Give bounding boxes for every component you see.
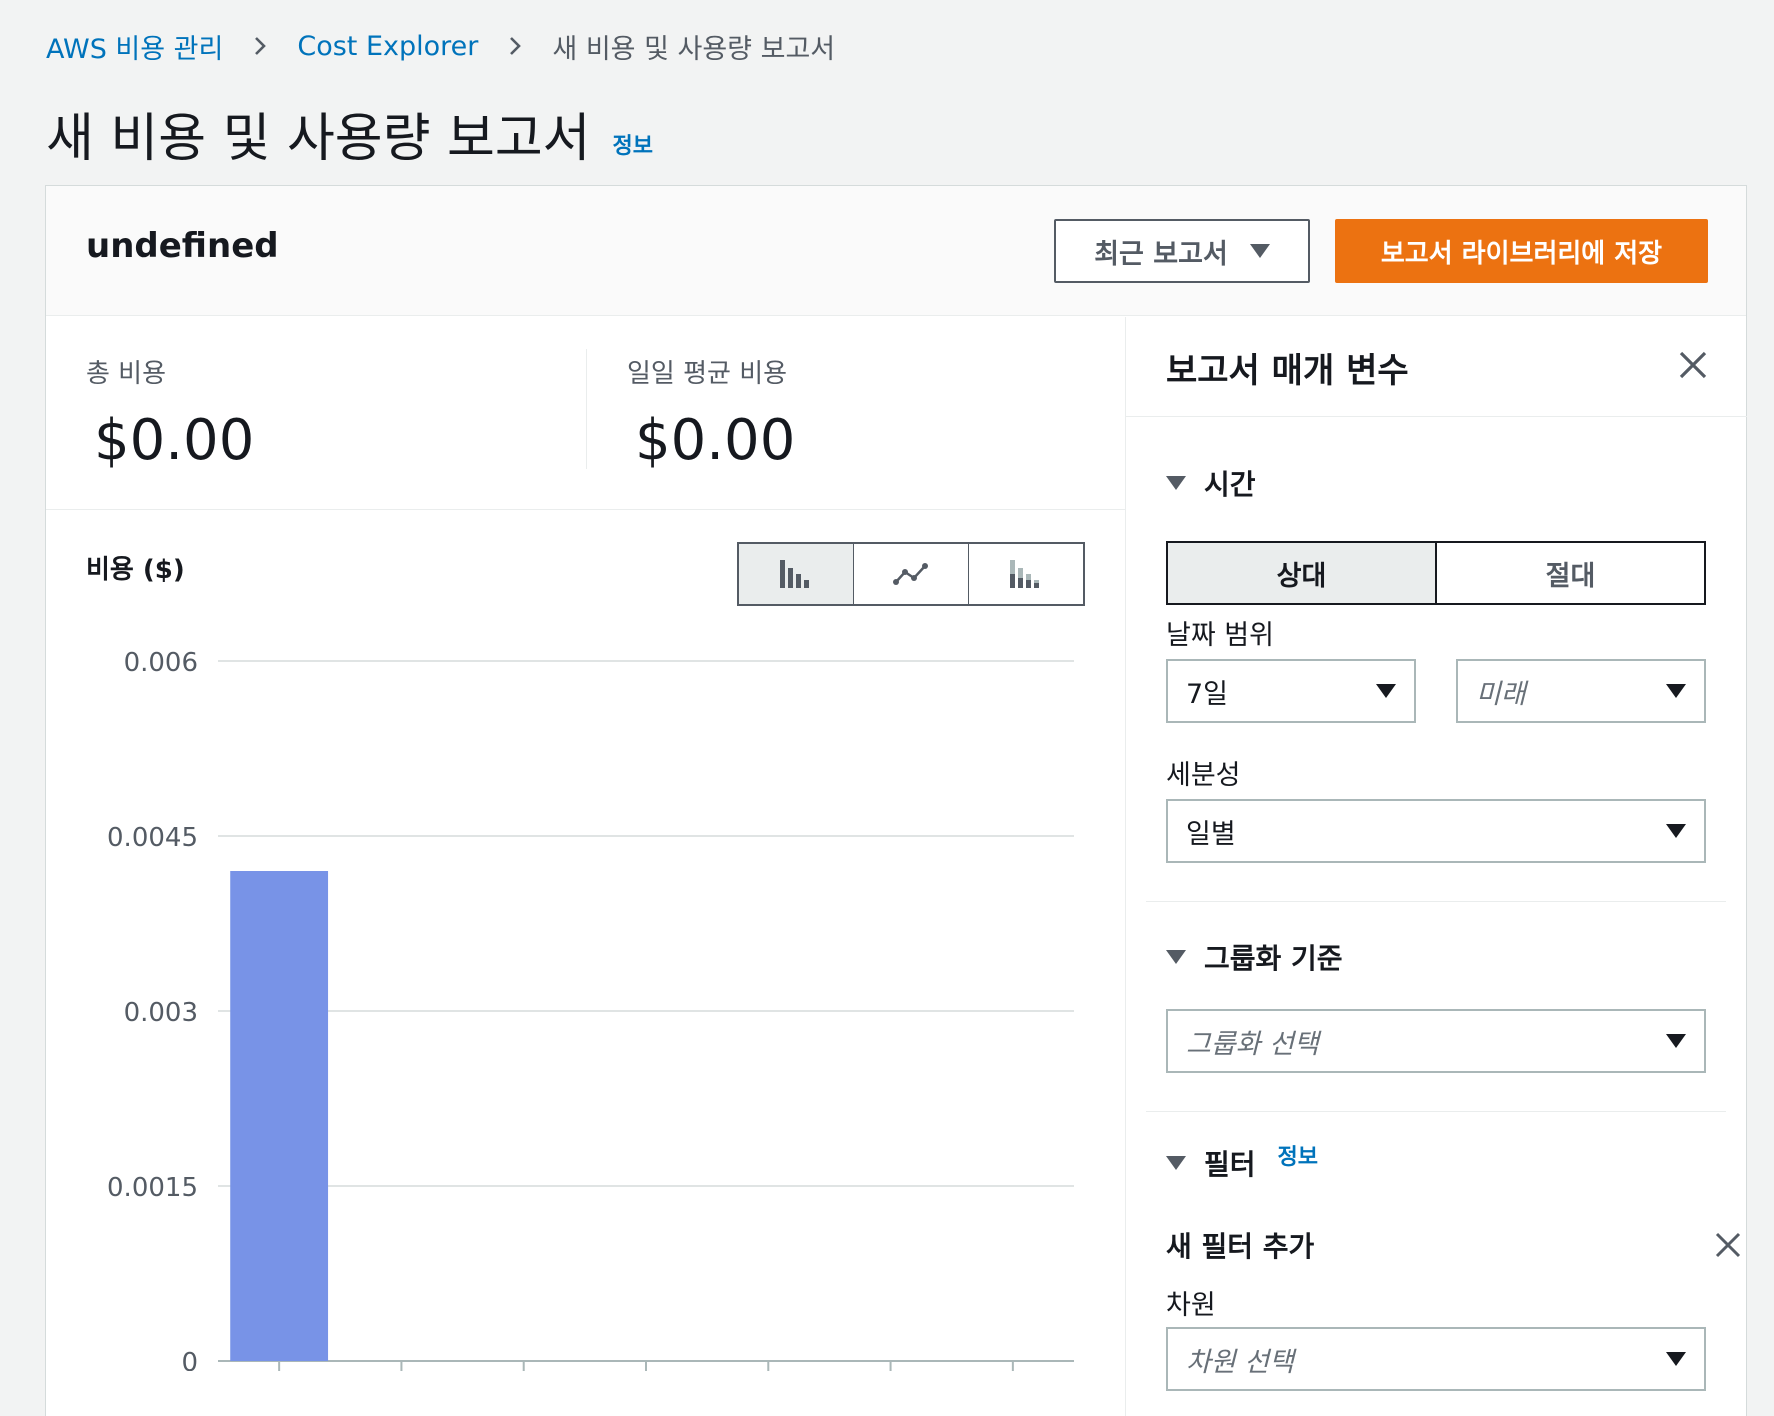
dimension-select[interactable]: 차원 선택 [1166, 1327, 1706, 1391]
filter-section-label: 필터 [1204, 1148, 1256, 1181]
y-tick-label: 0 [181, 1348, 198, 1371]
card-header: undefined 최근 보고서 보고서 라이브러리에 저장 [46, 186, 1746, 316]
caret-down-icon [1166, 950, 1186, 964]
group-by-section-toggle[interactable]: 그룹화 기준 [1166, 937, 1343, 977]
time-section-toggle[interactable]: 시간 [1166, 463, 1256, 503]
group-by-select[interactable]: 그룹화 선택 [1166, 1009, 1706, 1073]
total-cost-label: 총 비용 [86, 359, 167, 389]
new-filter-title: 새 필터 추가 [1166, 1230, 1315, 1263]
remove-filter-icon[interactable] [1712, 1229, 1744, 1261]
dimension-placeholder: 차원 선택 [1186, 1346, 1294, 1378]
chart-title: 비용 ($) [86, 555, 185, 585]
date-range-value: 7일 [1186, 678, 1229, 710]
granularity-select[interactable]: 일별 [1166, 799, 1706, 863]
breadcrumb-cost-management-link[interactable]: AWS 비용 관리 [46, 27, 223, 66]
page-header: 새 비용 및 사용량 보고서 정보 [46, 104, 653, 174]
date-range-label: 날짜 범위 [1166, 620, 1274, 651]
cost-bar [230, 871, 329, 1361]
recent-reports-button[interactable]: 최근 보고서 [1054, 219, 1310, 283]
report-name: undefined [86, 226, 279, 266]
future-range-placeholder: 미래 [1476, 678, 1526, 710]
bar-chart-button[interactable] [739, 544, 854, 604]
report-parameters-panel: 보고서 매개 변수 시간 상대 절대 날짜 범위 7일 미래 세분성 일별 그룹… [1125, 317, 1747, 1416]
future-range-select[interactable]: 미래 [1456, 659, 1706, 723]
caret-down-icon [1666, 1034, 1686, 1048]
daily-average-value: $0.00 [635, 408, 796, 473]
daily-average-label: 일일 평균 비용 [627, 359, 788, 389]
breadcrumb-cost-explorer-link[interactable]: Cost Explorer [297, 31, 478, 62]
panel-title: 보고서 매개 변수 [1166, 351, 1409, 391]
date-range-select[interactable]: 7일 [1166, 659, 1416, 723]
line-chart-button[interactable] [854, 544, 969, 604]
bar-chart-icon [780, 560, 809, 588]
y-tick-label: 0.0045 [107, 823, 198, 853]
report-card: undefined 최근 보고서 보고서 라이브러리에 저장 총 비용 $0.0… [45, 185, 1747, 1416]
breadcrumb-current: 새 비용 및 사용량 보고서 [552, 33, 836, 65]
chevron-right-icon [243, 29, 277, 63]
close-icon[interactable] [1675, 347, 1711, 383]
granularity-value: 일별 [1186, 818, 1236, 850]
chart-section: 비용 ($) 0 0.0015 0.003 0.0045 0.006 [46, 511, 1125, 1416]
stacked-bar-chart-button[interactable] [969, 544, 1083, 604]
total-cost-value: $0.00 [94, 408, 255, 473]
caret-down-icon [1666, 1352, 1686, 1366]
stacked-bar-chart-icon [1010, 560, 1039, 588]
daily-average-cost: 일일 평균 비용 $0.00 [627, 353, 795, 473]
recent-reports-label: 최근 보고서 [1094, 238, 1228, 270]
section-divider [1146, 1111, 1726, 1112]
time-section-label: 시간 [1204, 468, 1256, 501]
chart-type-toggle [737, 542, 1085, 606]
absolute-time-button[interactable]: 절대 [1437, 543, 1704, 603]
relative-time-button[interactable]: 상대 [1168, 543, 1437, 603]
page-title: 새 비용 및 사용량 보고서 [46, 109, 591, 169]
cost-summary: 총 비용 $0.00 일일 평균 비용 $0.00 [46, 317, 1125, 510]
group-by-section-label: 그룹화 기준 [1204, 942, 1343, 975]
caret-down-icon [1249, 244, 1270, 258]
save-to-library-button[interactable]: 보고서 라이브러리에 저장 [1335, 219, 1708, 283]
filter-info-link[interactable]: 정보 [1278, 1139, 1318, 1171]
y-tick-label: 0.006 [124, 648, 198, 678]
cost-bar-chart: 00.00150.0030.00450.00610월-0510월-0610월-0… [107, 648, 1074, 1371]
caret-down-icon [1166, 476, 1186, 490]
page-info-link[interactable]: 정보 [613, 128, 653, 160]
group-by-placeholder: 그룹화 선택 [1186, 1028, 1319, 1060]
granularity-label: 세분성 [1166, 760, 1241, 791]
y-tick-label: 0.0015 [107, 1173, 198, 1203]
section-divider [1146, 901, 1726, 902]
time-mode-toggle: 상대 절대 [1166, 541, 1706, 605]
panel-header: 보고서 매개 변수 [1126, 317, 1747, 417]
caret-down-icon [1666, 684, 1686, 698]
caret-down-icon [1376, 684, 1396, 698]
total-cost: 총 비용 $0.00 [86, 353, 254, 473]
chevron-right-icon [498, 29, 532, 63]
line-chart-icon [893, 563, 928, 585]
dimension-label: 차원 [1166, 1290, 1216, 1321]
filter-section-toggle[interactable]: 필터 정보 [1166, 1143, 1318, 1183]
summary-divider [586, 349, 587, 469]
caret-down-icon [1166, 1156, 1186, 1170]
y-tick-label: 0.003 [124, 998, 198, 1028]
breadcrumb: AWS 비용 관리 Cost Explorer 새 비용 및 사용량 보고서 [46, 27, 836, 66]
caret-down-icon [1666, 824, 1686, 838]
report-content: 총 비용 $0.00 일일 평균 비용 $0.00 비용 ($) 0 0.001… [46, 317, 1125, 1416]
